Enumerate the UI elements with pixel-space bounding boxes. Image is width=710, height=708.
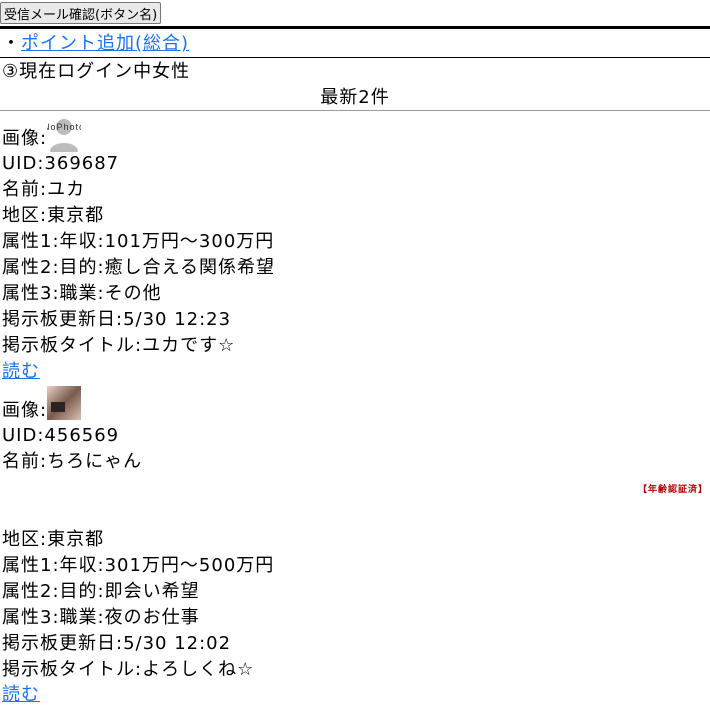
profile-area: 地区:東京都 (2, 205, 105, 226)
read-link[interactable]: 読む (2, 361, 40, 382)
profile-attr2: 属性2:目的:癒し合える関係希望 (2, 257, 276, 278)
image-label: 画像: (2, 400, 48, 421)
profile-title: 掲示板タイトル:ユカです☆ (2, 335, 236, 356)
profile-attr2: 属性2:目的:即会い希望 (2, 581, 200, 602)
profile-uid: UID:456569 (2, 425, 120, 446)
bullet: ・ (2, 33, 21, 54)
section-heading: ③現在ログイン中女性 (2, 61, 191, 82)
read-row: 読む (2, 682, 40, 708)
profile-title: 掲示板タイトル:よろしくね☆ (2, 659, 255, 680)
received-mail-button[interactable]: 受信メール確認(ボタン名) (0, 2, 162, 24)
header-divider (0, 26, 710, 29)
divider (0, 57, 710, 58)
age-verified-badge: 【年齢認証済】 (637, 485, 708, 495)
profile-attr3: 属性3:職業:その他 (2, 283, 162, 304)
divider (0, 110, 710, 111)
image-label: 画像: (2, 128, 48, 149)
nophoto-text: NoPhoto (47, 122, 81, 132)
read-link[interactable]: 読む (2, 684, 40, 705)
profile-updated: 掲示板更新日:5/30 12:02 (2, 633, 232, 654)
profile-uid: UID:369687 (2, 153, 120, 174)
points-row: ・ポイント追加(総合) (2, 31, 189, 57)
profile-name: 名前:ちろにゃん (2, 451, 143, 472)
profile-attr1: 属性1:年収:301万円〜500万円 (2, 555, 275, 576)
read-row: 読む (2, 359, 40, 385)
add-points-link[interactable]: ポイント追加(総合) (21, 33, 189, 54)
profile-attr1: 属性1:年収:101万円〜300万円 (2, 231, 275, 252)
profile-name: 名前:ユカ (2, 179, 86, 200)
profile-photo (47, 386, 82, 428)
profile-updated: 掲示板更新日:5/30 12:23 (2, 309, 232, 330)
profile-attr3: 属性3:職業:夜のお仕事 (2, 607, 200, 628)
section-subheading: 最新2件 (320, 87, 390, 108)
profile-area: 地区:東京都 (2, 529, 105, 550)
